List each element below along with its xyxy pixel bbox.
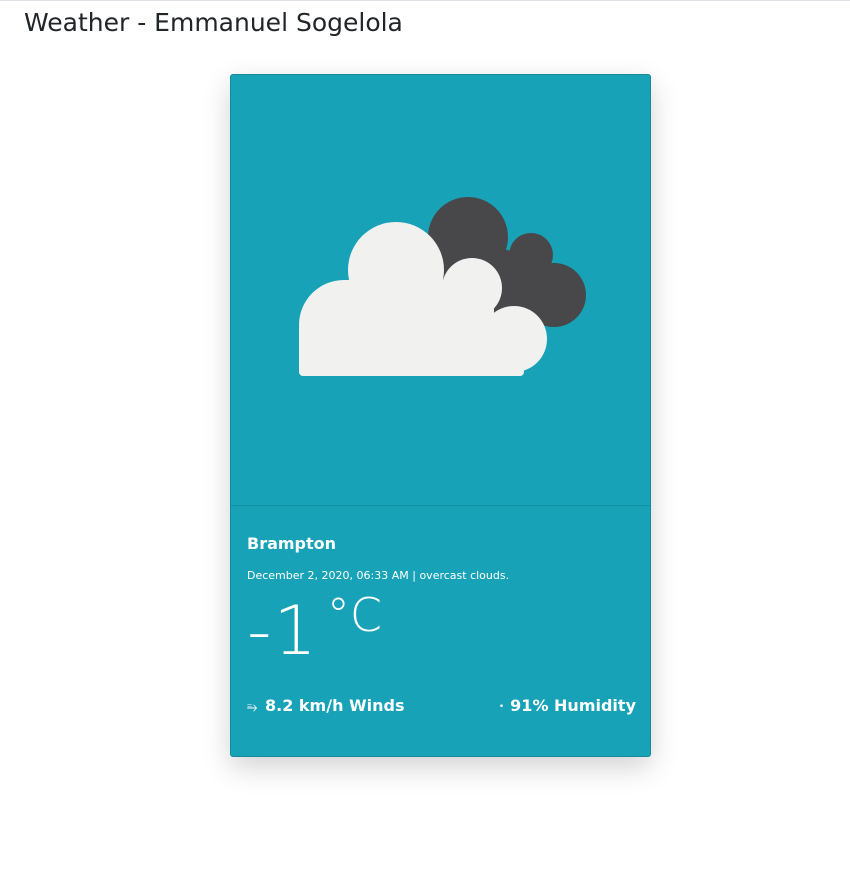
date-line: December 2, 2020, 06:33 AM | overcast cl…: [247, 568, 509, 584]
wind-icon: ⥱: [247, 700, 258, 715]
top-border: [0, 0, 850, 1]
page-title: Weather - Emmanuel Sogelola: [24, 8, 403, 37]
card-divider: [231, 505, 650, 506]
weather-stats: ⥱ 8.2 km/h Winds • 91% Humidity: [247, 694, 636, 718]
wind-stat: ⥱ 8.2 km/h Winds: [247, 694, 405, 720]
city-name: Brampton: [247, 534, 337, 553]
overcast-clouds-icon: [299, 197, 586, 376]
weather-description: overcast clouds.: [419, 569, 510, 582]
temperature-display: -1 °C: [247, 592, 382, 666]
droplet-icon: •: [498, 702, 505, 712]
wind-text: 8.2 km/h Winds: [265, 696, 405, 715]
weather-card: Brampton December 2, 2020, 06:33 AM | ov…: [230, 74, 651, 757]
weather-icon-area: [231, 75, 650, 505]
humidity-stat: • 91% Humidity: [499, 694, 636, 719]
humidity-text: 91% Humidity: [510, 696, 636, 715]
temperature-unit: °C: [326, 588, 382, 642]
date-separator: |: [412, 569, 416, 582]
date-time: December 2, 2020, 06:33 AM: [247, 569, 409, 582]
temperature-value: -1: [247, 592, 319, 671]
